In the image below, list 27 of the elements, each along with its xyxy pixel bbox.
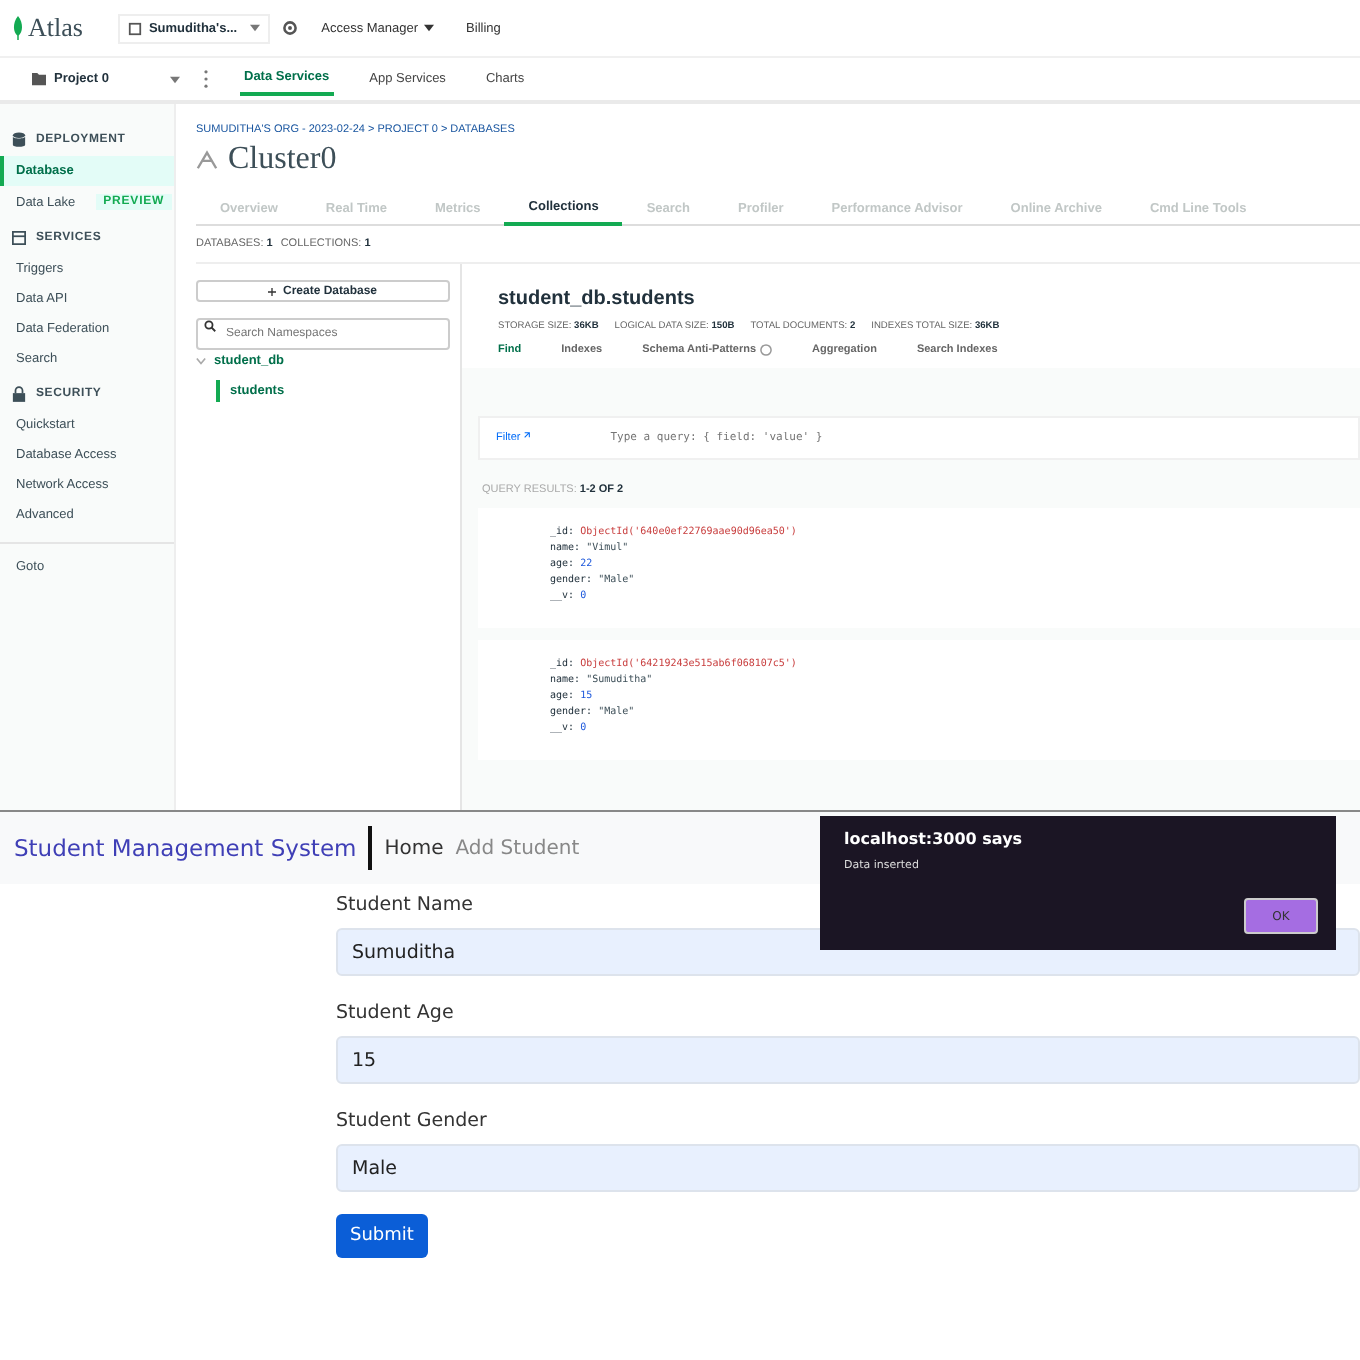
cluster-icon xyxy=(196,150,218,170)
submit-button[interactable]: Submit xyxy=(336,1214,428,1258)
search-icon xyxy=(204,320,216,332)
input-field[interactable]: 15 xyxy=(336,1036,1360,1084)
input-field[interactable]: Male xyxy=(336,1144,1360,1192)
settings-icon[interactable] xyxy=(281,20,298,36)
brand-link[interactable]: Student Management System xyxy=(0,826,373,870)
folder-icon xyxy=(32,72,46,86)
grid-icon xyxy=(12,230,26,246)
dialog-title: localhost:3000 says xyxy=(844,830,1025,848)
logo-text: Atlas xyxy=(28,12,83,44)
lock-icon xyxy=(12,386,26,402)
info-icon xyxy=(760,344,773,356)
nav-link[interactable]: Home xyxy=(384,837,444,859)
database-icon xyxy=(12,132,26,148)
building-icon xyxy=(128,21,143,35)
field-label: Student Gender xyxy=(336,1110,489,1132)
chevron-icon[interactable] xyxy=(196,356,206,366)
collection-title: student_db.students xyxy=(498,288,697,310)
field-label: Student Age xyxy=(336,1002,456,1024)
external-link-icon xyxy=(522,432,531,440)
cluster-title: Cluster0 xyxy=(228,142,337,178)
caret-icon xyxy=(170,75,180,83)
caret-icon xyxy=(424,24,435,32)
caret-icon xyxy=(249,24,260,32)
plus-icon xyxy=(268,287,277,295)
leaf-logo-icon xyxy=(12,16,24,40)
